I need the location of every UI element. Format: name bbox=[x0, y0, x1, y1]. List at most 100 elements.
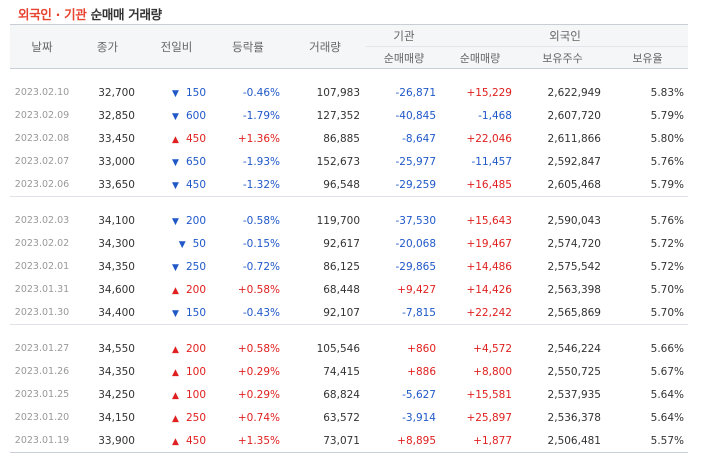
header-institution-net: 순매매량 bbox=[366, 46, 442, 69]
change-value: 450 bbox=[185, 434, 206, 447]
change-cell: ▲ 450 bbox=[141, 429, 212, 453]
institution-net-cell: -29,865 bbox=[395, 260, 436, 273]
table-row: 2023.01.27 34,550 ▲ 200 +0.58% 105,546 +860 +4,… bbox=[10, 337, 688, 360]
table-row: 2023.01.19 33,900 ▲ 450 +1.35% 73,071 +8,895 +1… bbox=[10, 429, 688, 453]
foreign-net-cell: +16,485 bbox=[466, 178, 512, 191]
volume-cell: 92,107 bbox=[323, 306, 360, 319]
triangle-down-icon: ▼ bbox=[172, 157, 179, 168]
triangle-down-icon: ▼ bbox=[172, 111, 179, 122]
header-rate: 등락률 bbox=[212, 24, 284, 69]
group-spacer bbox=[10, 197, 688, 209]
date-cell: 2023.02.03 bbox=[14, 215, 70, 226]
date-cell: 2023.02.06 bbox=[14, 179, 70, 190]
volume-cell: 119,700 bbox=[316, 214, 360, 227]
rate-cell: +0.29% bbox=[237, 388, 280, 401]
date-cell: 2023.02.10 bbox=[14, 87, 70, 98]
date-cell: 2023.01.30 bbox=[14, 307, 70, 318]
triangle-up-icon: ▲ bbox=[172, 390, 179, 401]
change-cell: ▲ 100 bbox=[141, 360, 212, 383]
change-value: 200 bbox=[185, 342, 206, 355]
holdings-cell: 2,565,869 bbox=[547, 306, 601, 319]
date-cell: 2023.01.25 bbox=[14, 389, 70, 400]
change-value: 450 bbox=[185, 132, 206, 145]
title-net-volume-label: 순매매 거래량 bbox=[86, 7, 163, 22]
rate-cell: -0.58% bbox=[242, 214, 280, 227]
rate-cell: -0.43% bbox=[242, 306, 280, 319]
date-cell: 2023.01.31 bbox=[14, 284, 70, 295]
holding-ratio-cell: 5.67% bbox=[650, 365, 684, 378]
close-price-cell: 34,550 bbox=[98, 342, 135, 355]
holdings-cell: 2,506,481 bbox=[547, 434, 601, 447]
foreign-net-cell: +19,467 bbox=[466, 237, 512, 250]
volume-cell: 92,617 bbox=[323, 237, 360, 250]
change-value: 150 bbox=[185, 86, 206, 99]
triangle-down-icon: ▼ bbox=[172, 308, 179, 319]
change-cell: ▼ 450 bbox=[141, 173, 212, 197]
holdings-cell: 2,575,542 bbox=[547, 260, 601, 273]
holdings-cell: 2,563,398 bbox=[547, 283, 601, 296]
holding-ratio-cell: 5.70% bbox=[650, 306, 684, 319]
volume-cell: 96,548 bbox=[323, 178, 360, 191]
table-row: 2023.02.02 34,300 ▼ 50 -0.15% 92,617 -20,068 +1… bbox=[10, 232, 688, 255]
header-holdings: 보유주수 bbox=[518, 46, 607, 69]
close-price-cell: 33,650 bbox=[98, 178, 135, 191]
group-spacer bbox=[10, 69, 688, 82]
date-cell: 2023.01.20 bbox=[14, 412, 70, 423]
foreign-net-cell: +15,643 bbox=[466, 214, 512, 227]
change-value: 100 bbox=[185, 388, 206, 401]
change-value: 250 bbox=[185, 260, 206, 273]
close-price-cell: 32,850 bbox=[98, 109, 135, 122]
header-foreign-net: 순매매량 bbox=[442, 46, 518, 69]
volume-cell: 105,546 bbox=[316, 342, 360, 355]
holding-ratio-cell: 5.72% bbox=[650, 237, 684, 250]
holding-ratio-cell: 5.57% bbox=[650, 434, 684, 447]
change-value: 200 bbox=[185, 283, 206, 296]
rate-cell: +1.35% bbox=[237, 434, 280, 447]
holding-ratio-cell: 5.70% bbox=[650, 283, 684, 296]
change-cell: ▲ 250 bbox=[141, 406, 212, 429]
group-spacer bbox=[10, 325, 688, 337]
triangle-up-icon: ▲ bbox=[172, 344, 179, 355]
close-price-cell: 34,150 bbox=[98, 411, 135, 424]
holdings-cell: 2,622,949 bbox=[547, 86, 601, 99]
close-price-cell: 34,300 bbox=[98, 237, 135, 250]
institution-net-cell: +8,895 bbox=[397, 434, 436, 447]
rate-cell: -0.15% bbox=[242, 237, 280, 250]
institution-net-cell: -37,530 bbox=[395, 214, 436, 227]
change-cell: ▲ 450 bbox=[141, 127, 212, 150]
foreign-net-cell: +1,877 bbox=[473, 434, 512, 447]
holdings-cell: 2,605,468 bbox=[547, 178, 601, 191]
holding-ratio-cell: 5.72% bbox=[650, 260, 684, 273]
triangle-up-icon: ▲ bbox=[172, 285, 179, 296]
table-row: 2023.01.20 34,150 ▲ 250 +0.74% 63,572 -3,914 +2… bbox=[10, 406, 688, 429]
triangle-up-icon: ▲ bbox=[172, 413, 179, 424]
foreign-net-cell: +22,242 bbox=[466, 306, 512, 319]
date-cell: 2023.01.27 bbox=[14, 343, 70, 354]
holdings-cell: 2,537,935 bbox=[547, 388, 601, 401]
date-cell: 2023.01.26 bbox=[14, 366, 70, 377]
table-header: 날짜 종가 전일비 등락률 거래량 기관 외국인 순매매량 순매매량 보유주수 … bbox=[10, 24, 688, 69]
holdings-cell: 2,590,043 bbox=[547, 214, 601, 227]
rate-cell: -1.32% bbox=[242, 178, 280, 191]
table-row: 2023.02.09 32,850 ▼ 600 -1.79% 127,352 -40,845… bbox=[10, 104, 688, 127]
title-investor-label: 외국인 · 기관 bbox=[18, 7, 87, 22]
holding-ratio-cell: 5.76% bbox=[650, 155, 684, 168]
table-row: 2023.02.06 33,650 ▼ 450 -1.32% 96,548 -29,259 +… bbox=[10, 173, 688, 197]
holding-ratio-cell: 5.64% bbox=[650, 411, 684, 424]
change-cell: ▼ 650 bbox=[141, 150, 212, 173]
section-title: 외국인 · 기관 순매매 거래량 bbox=[18, 4, 162, 23]
header-change: 전일비 bbox=[141, 24, 212, 69]
change-cell: ▼ 50 bbox=[141, 232, 212, 255]
volume-cell: 152,673 bbox=[316, 155, 360, 168]
change-value: 150 bbox=[185, 306, 206, 319]
foreign-net-cell: -1,468 bbox=[478, 109, 512, 122]
volume-cell: 107,983 bbox=[316, 86, 360, 99]
investor-trading-table: 날짜 종가 전일비 등락률 거래량 기관 외국인 순매매량 순매매량 보유주수 … bbox=[10, 24, 688, 453]
rate-cell: +0.74% bbox=[237, 411, 280, 424]
triangle-up-icon: ▲ bbox=[172, 134, 179, 145]
table-row: 2023.01.31 34,600 ▲ 200 +0.58% 68,448 +9,427 +1… bbox=[10, 278, 688, 301]
triangle-down-icon: ▼ bbox=[172, 262, 179, 273]
holdings-cell: 2,611,866 bbox=[547, 132, 601, 145]
volume-cell: 63,572 bbox=[323, 411, 360, 424]
close-price-cell: 33,900 bbox=[98, 434, 135, 447]
